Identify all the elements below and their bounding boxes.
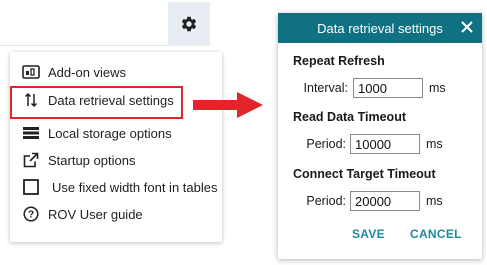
unit-label: ms <box>429 81 446 95</box>
section-title-read-data-timeout: Read Data Timeout <box>293 110 406 124</box>
connect-timeout-input[interactable] <box>350 191 420 211</box>
unit-label: ms <box>426 137 443 151</box>
dialog-title: Data retrieval settings <box>317 20 443 36</box>
read-timeout-input[interactable] <box>350 134 420 154</box>
gear-icon <box>181 16 197 32</box>
save-button[interactable]: SAVE <box>352 227 385 241</box>
menu-item-fixed-width-font[interactable]: Use fixed width font in tables <box>10 175 222 199</box>
pointer-arrow-icon <box>193 92 263 118</box>
menu-item-label: Add-on views <box>48 64 127 80</box>
unit-label: ms <box>426 194 443 208</box>
read-timeout-row: Period: ms <box>278 133 482 155</box>
menu-item-local-storage-options[interactable]: Local storage options <box>10 121 222 145</box>
highlight-box <box>10 86 183 119</box>
external-link-icon <box>20 151 42 169</box>
cancel-button[interactable]: CANCEL <box>410 227 462 241</box>
menu-item-label: Local storage options <box>48 125 172 141</box>
menu-item-add-on-views[interactable]: Add-on views <box>10 60 222 84</box>
close-icon[interactable] <box>460 20 474 34</box>
storage-icon <box>20 124 42 142</box>
menu-item-startup-options[interactable]: Startup options <box>10 148 222 172</box>
menu-item-label: Startup options <box>48 152 136 168</box>
field-label: Period: <box>306 137 346 151</box>
menu-item-rov-user-guide[interactable]: ? ROV User guide <box>10 202 222 226</box>
field-label: Period: <box>306 194 346 208</box>
dialog-header: Data retrieval settings <box>278 13 482 43</box>
menu-item-label: ROV User guide <box>48 206 143 222</box>
interval-input[interactable] <box>353 78 423 98</box>
checkbox-icon[interactable] <box>20 178 42 196</box>
data-retrieval-settings-dialog: Data retrieval settings Repeat Refresh I… <box>278 13 482 259</box>
field-label: Interval: <box>303 81 348 95</box>
settings-button[interactable] <box>168 2 210 46</box>
settings-menu: Add-on views Data retrieval settings Loc… <box>10 52 222 242</box>
toolbar-divider <box>0 45 168 46</box>
addon-views-icon <box>20 63 42 81</box>
section-title-repeat-refresh: Repeat Refresh <box>293 54 385 68</box>
connect-timeout-row: Period: ms <box>278 190 482 212</box>
section-title-connect-target-timeout: Connect Target Timeout <box>293 167 436 181</box>
help-circle-icon: ? <box>20 205 42 223</box>
menu-item-label: Use fixed width font in tables <box>52 179 218 195</box>
svg-text:?: ? <box>28 210 34 221</box>
interval-row: Interval: ms <box>278 77 482 99</box>
